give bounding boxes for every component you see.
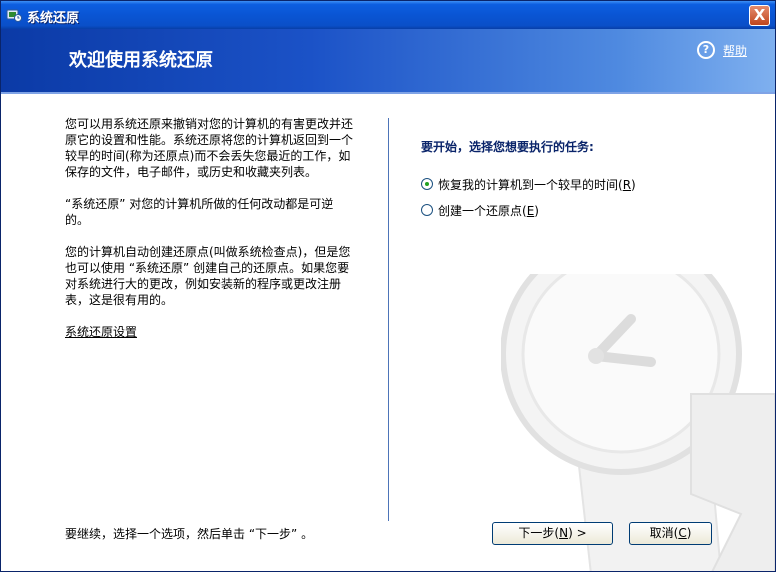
description-column: 您可以用系统还原来撤销对您的计算机的有害更改并还原它的设置和性能。系统还原将您的…: [65, 116, 355, 340]
system-restore-icon: [6, 9, 22, 22]
close-icon: X: [753, 6, 766, 24]
restore-option-label: 恢复我的计算机到一个较早的时间(R): [438, 177, 636, 192]
description-paragraph: “系统还原” 对您的计算机所做的任何改动都是可逆的。: [65, 197, 334, 227]
column-divider: [388, 118, 389, 521]
task-heading: 要开始，选择您想要执行的任务:: [421, 140, 594, 154]
create-point-option-label: 创建一个还原点(E): [438, 203, 539, 218]
title-bar[interactable]: 系统还原 X: [1, 1, 775, 29]
header-band: 欢迎使用系统还原 ? 帮助: [1, 29, 775, 92]
option-create-point[interactable]: 创建一个还原点(E): [421, 201, 636, 219]
description-paragraph: 您可以用系统还原来撤销对您的计算机的有害更改并还原它的设置和性能。系统还原将您的…: [65, 117, 354, 179]
system-restore-settings-link[interactable]: 系统还原设置: [65, 325, 137, 339]
continue-instruction: 要继续，选择一个选项，然后单击 “下一步” 。: [65, 527, 314, 541]
description-paragraph: 您的计算机自动创建还原点(叫做系统检查点)，但是您也可以使用 “系统还原” 创建…: [65, 245, 351, 307]
help-icon: ?: [696, 41, 715, 59]
restore-radio[interactable]: [421, 178, 433, 190]
window-title: 系统还原: [27, 11, 80, 26]
content-area: 您可以用系统还原来撤销对您的计算机的有害更改并还原它的设置和性能。系统还原将您的…: [1, 94, 775, 571]
task-column: 要开始，选择您想要执行的任务: 恢复我的计算机到一个较早的时间(R) 创建一个还…: [421, 138, 636, 227]
close-button[interactable]: X: [749, 5, 770, 26]
help-link[interactable]: ? 帮助: [696, 41, 747, 59]
create-point-radio[interactable]: [421, 204, 433, 216]
help-label: 帮助: [722, 43, 747, 58]
page-title: 欢迎使用系统还原: [69, 50, 213, 71]
cancel-button[interactable]: 取消(C): [629, 522, 712, 545]
system-restore-window: 系统还原 X 欢迎使用系统还原 ? 帮助 您可以用系统还原来撤销对您的计算机的有…: [0, 0, 776, 572]
option-restore-earlier[interactable]: 恢复我的计算机到一个较早的时间(R): [421, 175, 636, 193]
next-button[interactable]: 下一步(N) >: [492, 522, 613, 545]
